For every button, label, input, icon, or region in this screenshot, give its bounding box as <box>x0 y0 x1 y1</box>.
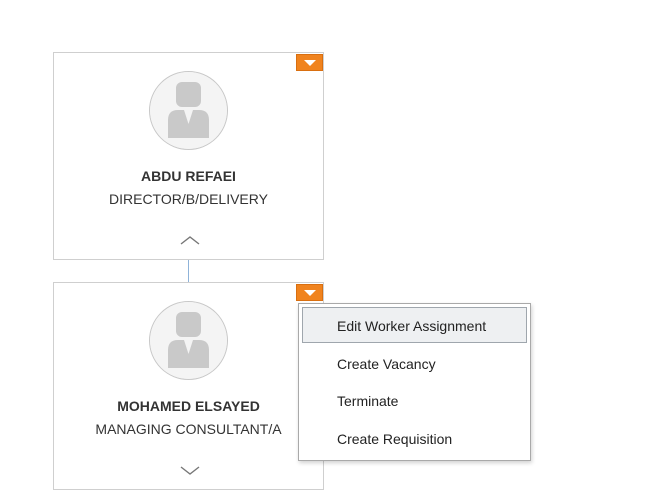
org-chart-canvas: ABDU REFAEI DIRECTOR/B/DELIVERY MOHAMED … <box>0 0 652 503</box>
employee-job-title: MANAGING CONSULTANT/A <box>95 421 282 437</box>
person-silhouette-icon <box>150 72 227 149</box>
menu-item-edit-worker-assignment[interactable]: Edit Worker Assignment <box>302 307 527 343</box>
manager-job-title: DIRECTOR/B/DELIVERY <box>109 191 268 207</box>
menu-item-terminate[interactable]: Terminate <box>302 382 527 418</box>
actions-context-menu: Edit Worker Assignment Create Vacancy Te… <box>298 303 531 461</box>
manager-name: ABDU REFAEI <box>141 168 236 184</box>
chevron-up-icon[interactable] <box>179 233 201 247</box>
menu-item-create-vacancy[interactable]: Create Vacancy <box>302 345 527 381</box>
manager-actions-dropdown-icon[interactable] <box>296 54 323 71</box>
person-silhouette-icon <box>150 302 227 379</box>
hierarchy-connector-line <box>188 260 189 282</box>
menu-item-create-requisition[interactable]: Create Requisition <box>302 420 527 456</box>
chevron-down-icon[interactable] <box>179 463 201 477</box>
manager-avatar <box>149 71 228 150</box>
employee-card[interactable]: MOHAMED ELSAYED MANAGING CONSULTANT/A <box>53 282 324 490</box>
employee-avatar <box>149 301 228 380</box>
employee-name: MOHAMED ELSAYED <box>117 398 260 414</box>
manager-card[interactable]: ABDU REFAEI DIRECTOR/B/DELIVERY <box>53 52 324 260</box>
employee-actions-dropdown-icon[interactable] <box>296 284 323 301</box>
